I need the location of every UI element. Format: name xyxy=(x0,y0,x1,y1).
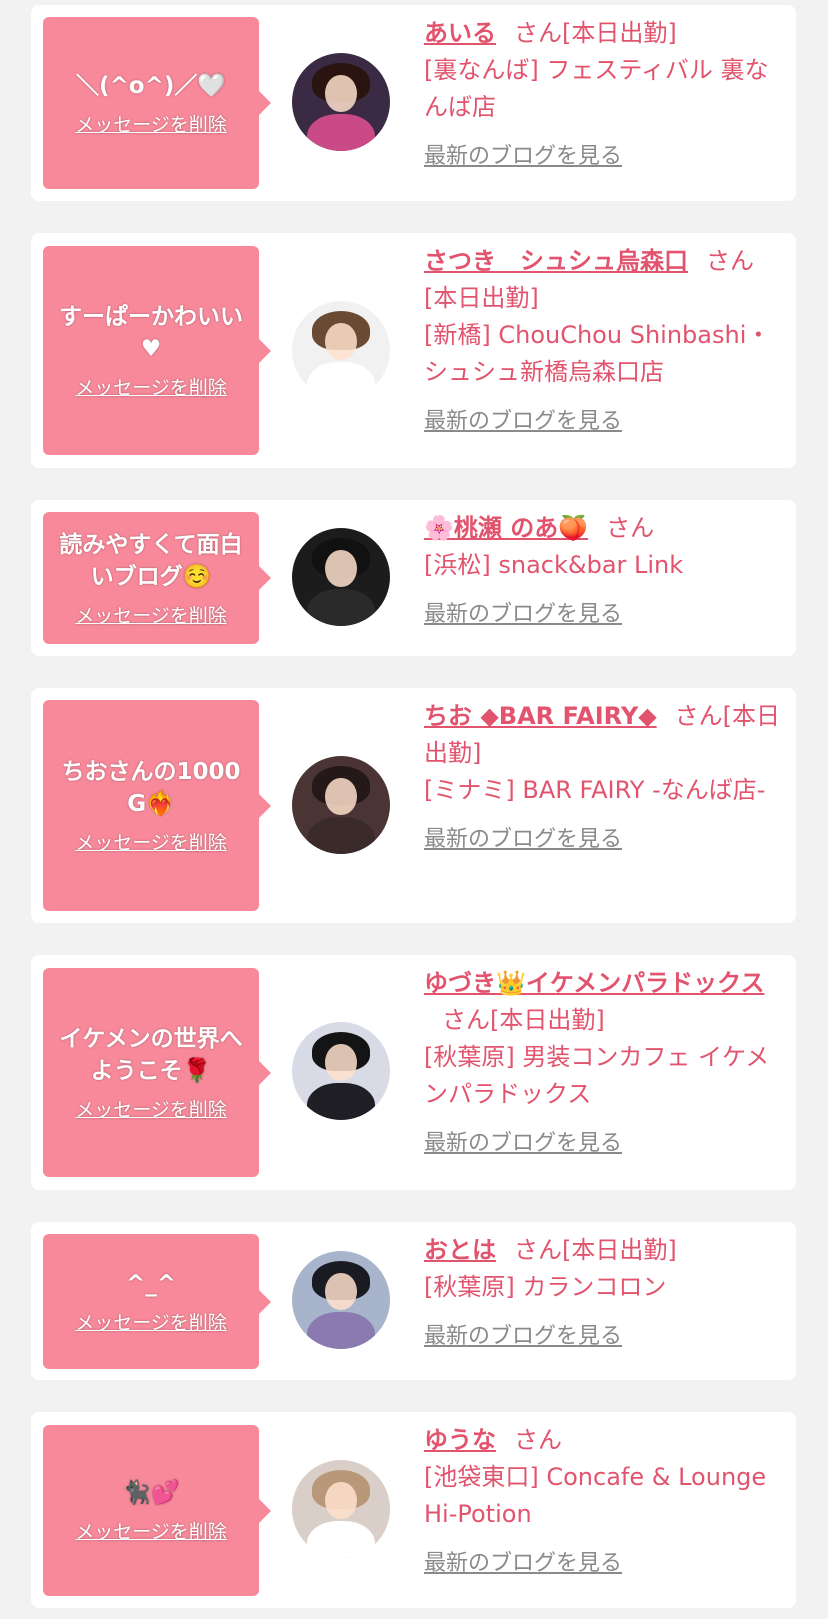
cast-name-link[interactable]: 🌸桃瀬 のあ🍑 xyxy=(424,514,588,542)
message-card: ^_^ メッセージを削除 おとは さん[本日出勤] [秋葉原] カランコロン 最新… xyxy=(31,1222,796,1380)
latest-blog-link[interactable]: 最新のブログを見る xyxy=(424,1545,622,1582)
avatar-face xyxy=(325,322,357,360)
cast-info: さつき シュシュ烏森口 さん [本日出勤] [新橋] ChouChou Shinb… xyxy=(424,243,784,440)
honorific: さん xyxy=(606,514,655,542)
avatar-face xyxy=(325,74,357,112)
cast-name-link[interactable]: あいる xyxy=(424,19,496,47)
honorific: さん xyxy=(514,19,562,47)
avatar[interactable] xyxy=(292,1022,390,1120)
avatar[interactable] xyxy=(292,756,390,854)
latest-blog-link[interactable]: 最新のブログを見る xyxy=(424,138,622,175)
avatar-body xyxy=(306,1082,376,1120)
delete-message-link[interactable]: メッセージを削除 xyxy=(75,110,227,137)
message-bubble: ちおさんの1000G❤️‍🔥 メッセージを削除 xyxy=(43,700,271,911)
shop-name: [新橋] ChouChou Shinbashi・シュシュ新橋烏森口店 xyxy=(424,321,771,386)
message-text: 読みやすくて面白いブログ☺️ xyxy=(59,531,243,590)
message-text: 🐈‍⬛💕 xyxy=(122,1480,180,1506)
honorific: さん xyxy=(442,1006,490,1034)
message-text: ＼(^o^)／🤍 xyxy=(75,72,226,99)
cast-name-link[interactable]: ゆづき👑イケメンパラドックス xyxy=(424,969,764,997)
cast-info: 🌸桃瀬 のあ🍑 さん [浜松] snack&bar Link 最新のブログを見る xyxy=(424,510,784,633)
delete-message-link[interactable]: メッセージを削除 xyxy=(75,1517,227,1544)
latest-blog-link[interactable]: 最新のブログを見る xyxy=(424,1318,622,1355)
message-bubble: イケメンの世界へようこそ🌹 メッセージを削除 xyxy=(43,968,271,1177)
honorific: さん xyxy=(514,1426,562,1454)
status-text: [本日出勤] xyxy=(562,19,677,47)
status-text: [本日出勤] xyxy=(424,284,539,312)
message-text: ちおさんの1000G❤️‍🔥 xyxy=(61,759,241,817)
message-bubble: すーぱーかわいい♥ メッセージを削除 xyxy=(43,246,271,455)
avatar[interactable] xyxy=(292,53,390,151)
honorific: さん xyxy=(674,702,723,730)
cast-info: ゆづき👑イケメンパラドックスさん[本日出勤] [秋葉原] 男装コンカフェ イケメ… xyxy=(424,965,784,1162)
cast-name-link[interactable]: ちお ◆BAR FAIRY◆ xyxy=(424,702,657,730)
message-card: 🐈‍⬛💕 メッセージを削除 ゆうな さん [池袋東口] Concafe & Lou… xyxy=(31,1412,796,1608)
avatar-face xyxy=(325,1272,357,1310)
latest-blog-link[interactable]: 最新のブログを見る xyxy=(424,596,622,633)
avatar-face xyxy=(325,549,357,587)
cast-name-link[interactable]: おとは xyxy=(424,1236,496,1264)
avatar[interactable] xyxy=(292,1460,390,1558)
avatar-body xyxy=(306,1311,376,1349)
latest-blog-link[interactable]: 最新のブログを見る xyxy=(424,403,622,440)
shop-name: [秋葉原] カランコロン xyxy=(424,1273,667,1301)
avatar-body xyxy=(306,816,376,854)
avatar[interactable] xyxy=(292,301,390,399)
delete-message-link[interactable]: メッセージを削除 xyxy=(75,1095,227,1122)
shop-name: [秋葉原] 男装コンカフェ イケメンパラドックス xyxy=(424,1043,770,1108)
delete-message-link[interactable]: メッセージを削除 xyxy=(75,828,227,855)
avatar-body xyxy=(306,588,376,626)
status-text: [本日出勤] xyxy=(562,1236,677,1264)
message-card: ＼(^o^)／🤍 メッセージを削除 あいる さん[本日出勤] [裏なんば] フェス… xyxy=(31,5,796,201)
avatar[interactable] xyxy=(292,528,390,626)
cast-info: ちお ◆BAR FAIRY◆ さん[本日出勤] [ミナミ] BAR FAIRY -… xyxy=(424,698,784,858)
message-bubble: ^_^ メッセージを削除 xyxy=(43,1234,271,1369)
cast-info: ゆうな さん [池袋東口] Concafe & Lounge Hi-Potion … xyxy=(424,1422,784,1582)
message-card: すーぱーかわいい♥ メッセージを削除 さつき シュシュ烏森口 さん [本日出勤] … xyxy=(31,233,796,468)
shop-name: [浜松] snack&bar Link xyxy=(424,551,684,579)
honorific: さん xyxy=(514,1236,562,1264)
message-bubble: 読みやすくて面白いブログ☺️ メッセージを削除 xyxy=(43,512,271,644)
message-bubble: 🐈‍⬛💕 メッセージを削除 xyxy=(43,1425,271,1596)
message-text: イケメンの世界へようこそ🌹 xyxy=(59,1026,243,1084)
delete-message-link[interactable]: メッセージを削除 xyxy=(75,373,227,400)
message-text: すーぱーかわいい♥ xyxy=(59,304,243,362)
avatar-face xyxy=(325,1481,357,1519)
cast-name-link[interactable]: さつき シュシュ烏森口 xyxy=(424,247,688,275)
avatar-body xyxy=(306,1520,376,1558)
shop-name: [裏なんば] フェスティバル 裏なんば店 xyxy=(424,56,769,121)
latest-blog-link[interactable]: 最新のブログを見る xyxy=(424,1125,622,1162)
cast-name-link[interactable]: ゆうな xyxy=(424,1426,496,1454)
avatar-body xyxy=(306,113,376,151)
delete-message-link[interactable]: メッセージを削除 xyxy=(75,1308,227,1335)
status-text: [本日出勤] xyxy=(490,1006,605,1034)
avatar-face xyxy=(325,777,357,815)
shop-name: [池袋東口] Concafe & Lounge Hi-Potion xyxy=(424,1463,767,1528)
message-card: ちおさんの1000G❤️‍🔥 メッセージを削除 ちお ◆BAR FAIRY◆ さん… xyxy=(31,688,796,923)
message-text: ^_^ xyxy=(125,1271,177,1297)
cast-info: あいる さん[本日出勤] [裏なんば] フェスティバル 裏なんば店 最新のブログを… xyxy=(424,15,784,175)
delete-message-link[interactable]: メッセージを削除 xyxy=(75,601,227,628)
message-bubble: ＼(^o^)／🤍 メッセージを削除 xyxy=(43,17,271,189)
message-card: イケメンの世界へようこそ🌹 メッセージを削除 ゆづき👑イケメンパラドックスさん[… xyxy=(31,955,796,1190)
honorific: さん xyxy=(706,247,754,275)
shop-name: [ミナミ] BAR FAIRY -なんば店- xyxy=(424,776,766,804)
cast-info: おとは さん[本日出勤] [秋葉原] カランコロン 最新のブログを見る xyxy=(424,1232,784,1355)
avatar-face xyxy=(325,1043,357,1081)
avatar[interactable] xyxy=(292,1251,390,1349)
message-card: 読みやすくて面白いブログ☺️ メッセージを削除 🌸桃瀬 のあ🍑 さん [浜松] s… xyxy=(31,500,796,656)
avatar-body xyxy=(306,361,376,399)
latest-blog-link[interactable]: 最新のブログを見る xyxy=(424,821,622,858)
